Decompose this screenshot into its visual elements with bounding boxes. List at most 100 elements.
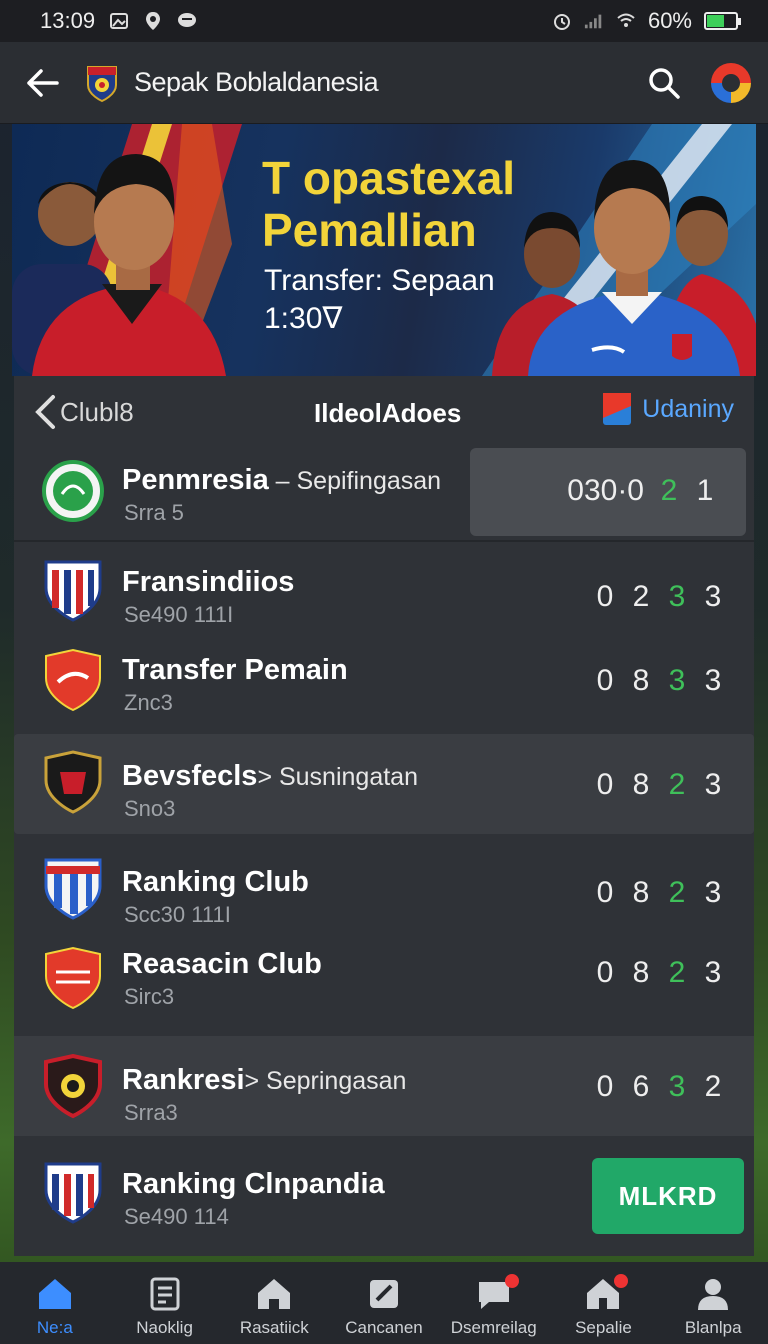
score-values: 0233 <box>594 580 724 614</box>
club-crest-icon <box>44 750 102 814</box>
club-sub: Znc3 <box>124 690 173 715</box>
club-crest-icon <box>45 648 101 712</box>
club-sub: Srra 5 <box>124 500 184 525</box>
score-value: 3 <box>704 956 722 989</box>
score-value: 3 <box>668 580 686 613</box>
mlkrd-button[interactable]: MLKRD <box>592 1158 744 1234</box>
score-value: 0 <box>596 876 614 909</box>
nav-item-ticket[interactable]: Cancanen <box>329 1262 439 1344</box>
back-button[interactable] <box>22 63 62 103</box>
chat-icon <box>177 11 197 31</box>
list-header-filter[interactable]: Udaniny <box>602 392 734 426</box>
club-sub: Sirc3 <box>124 984 175 1009</box>
nav-label: Rasatiick <box>239 1318 309 1337</box>
score-value: 8 <box>632 768 650 801</box>
score-value: 2 <box>632 580 650 613</box>
nav-item-store[interactable]: Sepalie <box>549 1262 659 1344</box>
document-icon <box>150 1277 180 1311</box>
club-sub: Se490 114 <box>124 1204 229 1229</box>
club-name: Ranking Clnpandia <box>122 1168 385 1200</box>
app-logo-icon <box>87 65 117 102</box>
club-crest-icon <box>45 946 101 1010</box>
club-name: Fransindiios <box>122 566 295 598</box>
list-header-right-label: Udaniny <box>642 394 734 423</box>
notification-badge <box>504 1274 519 1288</box>
signal-icon <box>584 11 604 31</box>
score-value: 8 <box>632 664 650 697</box>
score-value: 8 <box>632 876 650 909</box>
nav-label: Naoklig <box>136 1318 193 1337</box>
search-icon <box>649 67 680 99</box>
score-value: 0 <box>596 768 614 801</box>
club-crest-icon <box>44 1162 102 1224</box>
list-item[interactable]: Bevsfecls> Susningatan Sno3 0823 <box>14 734 754 834</box>
list-item[interactable]: Reasacin Club Sirc3 0823 <box>14 934 754 1030</box>
score-values: 0823 <box>594 876 724 910</box>
score-value: 0 <box>596 956 614 989</box>
back-arrow-icon <box>27 68 59 97</box>
banner-title: T opastexal Pemallian <box>262 152 516 256</box>
score-value: 2 <box>668 956 686 989</box>
club-name: Ranking Club <box>122 866 309 898</box>
club-sub: Se490 111I <box>124 602 234 627</box>
score-value: 3 <box>668 1070 686 1103</box>
score-value: 8 <box>632 956 650 989</box>
list-item[interactable]: Fransindiios Se490 111I 0233 <box>14 542 754 636</box>
battery-icon <box>704 12 741 30</box>
score-values: 030·0 2 1 <box>567 474 716 508</box>
nav-label: Blanlpa <box>684 1318 742 1337</box>
score-value: 2 <box>668 876 686 909</box>
club-sub: Srra3 <box>124 1100 178 1125</box>
club-name: Rankresi> Sepringasan <box>122 1064 407 1096</box>
nav-label: Ne:a <box>36 1318 73 1337</box>
list-item[interactable]: Transfer Pemain Znc3 0833 <box>14 636 754 730</box>
flag-icon <box>603 393 632 425</box>
profile-icon[interactable] <box>710 62 752 104</box>
club-name: Reasacin Club <box>122 948 322 980</box>
list-header-left: Clubl8 <box>60 396 134 427</box>
score-value: 0 <box>596 1070 614 1103</box>
score-values: 0632 <box>594 1070 724 1104</box>
search-button[interactable] <box>644 63 684 103</box>
status-time: 13:09 <box>40 8 96 33</box>
list-group: Ranking Club Scc30 111I 0823 Reasacin Cl… <box>14 838 754 1030</box>
score-value: 0 <box>596 664 614 697</box>
list-back-button[interactable]: Clubl8 <box>34 394 134 430</box>
club-crest-icon <box>42 460 104 522</box>
score-value: 1 <box>696 474 714 507</box>
nav-label: Cancanen <box>345 1318 423 1337</box>
club-crest-icon <box>44 858 102 920</box>
score-values: 0823 <box>594 956 724 990</box>
score-value: 6 <box>632 1070 650 1103</box>
list-item[interactable]: Ranking Clnpandia Se490 114 MLKRD <box>14 1140 754 1248</box>
nav-item-chat[interactable]: Dsemreilag <box>439 1262 549 1344</box>
status-bar: 13:09 60% <box>0 0 768 42</box>
list-header-title: IldeolAdoes <box>314 398 462 428</box>
bottom-nav: Ne:a Naoklig Rasatiick Cancanen Dsemreil… <box>0 1262 768 1344</box>
notification-badge <box>614 1274 629 1288</box>
club-crest-icon <box>44 560 102 622</box>
nav-label: Sepalie <box>575 1318 632 1337</box>
list-item[interactable]: Ranking Club Scc30 111I 0823 <box>14 838 754 934</box>
list-item[interactable]: Penmresia – Sepifingasan Srra 5 030·0 2 … <box>14 448 754 540</box>
nav-item-profile[interactable]: Blanlpa <box>658 1262 768 1344</box>
score-value: 3 <box>704 580 722 613</box>
battery-percent: 60% <box>647 8 692 33</box>
nav-item-house[interactable]: Rasatiick <box>219 1262 329 1344</box>
hero-banner[interactable]: T opastexal Pemallian Transfer: Sepaan 1… <box>12 124 756 376</box>
list-item[interactable]: Rankresi> Sepringasan Srra3 0632 <box>14 1036 754 1136</box>
club-sub: Sno3 <box>124 796 176 821</box>
score-value: 0 <box>596 580 614 613</box>
banner-subtitle: Transfer: Sepaan 1:30∇ <box>264 264 495 335</box>
nav-item-document[interactable]: Naoklig <box>110 1262 220 1344</box>
location-icon <box>143 11 163 31</box>
nav-item-home[interactable]: Ne:a <box>0 1262 110 1344</box>
gallery-icon <box>109 11 129 31</box>
list-group: Fransindiios Se490 111I 0233 Transfer Pe… <box>14 542 754 730</box>
score-value: 2 <box>668 768 686 801</box>
score-value: 3 <box>668 664 686 697</box>
chevron-left-icon <box>35 395 55 429</box>
score-value: 2 <box>704 1070 722 1103</box>
club-sub: Scc30 111I <box>124 902 231 927</box>
alarm-icon <box>552 11 572 31</box>
